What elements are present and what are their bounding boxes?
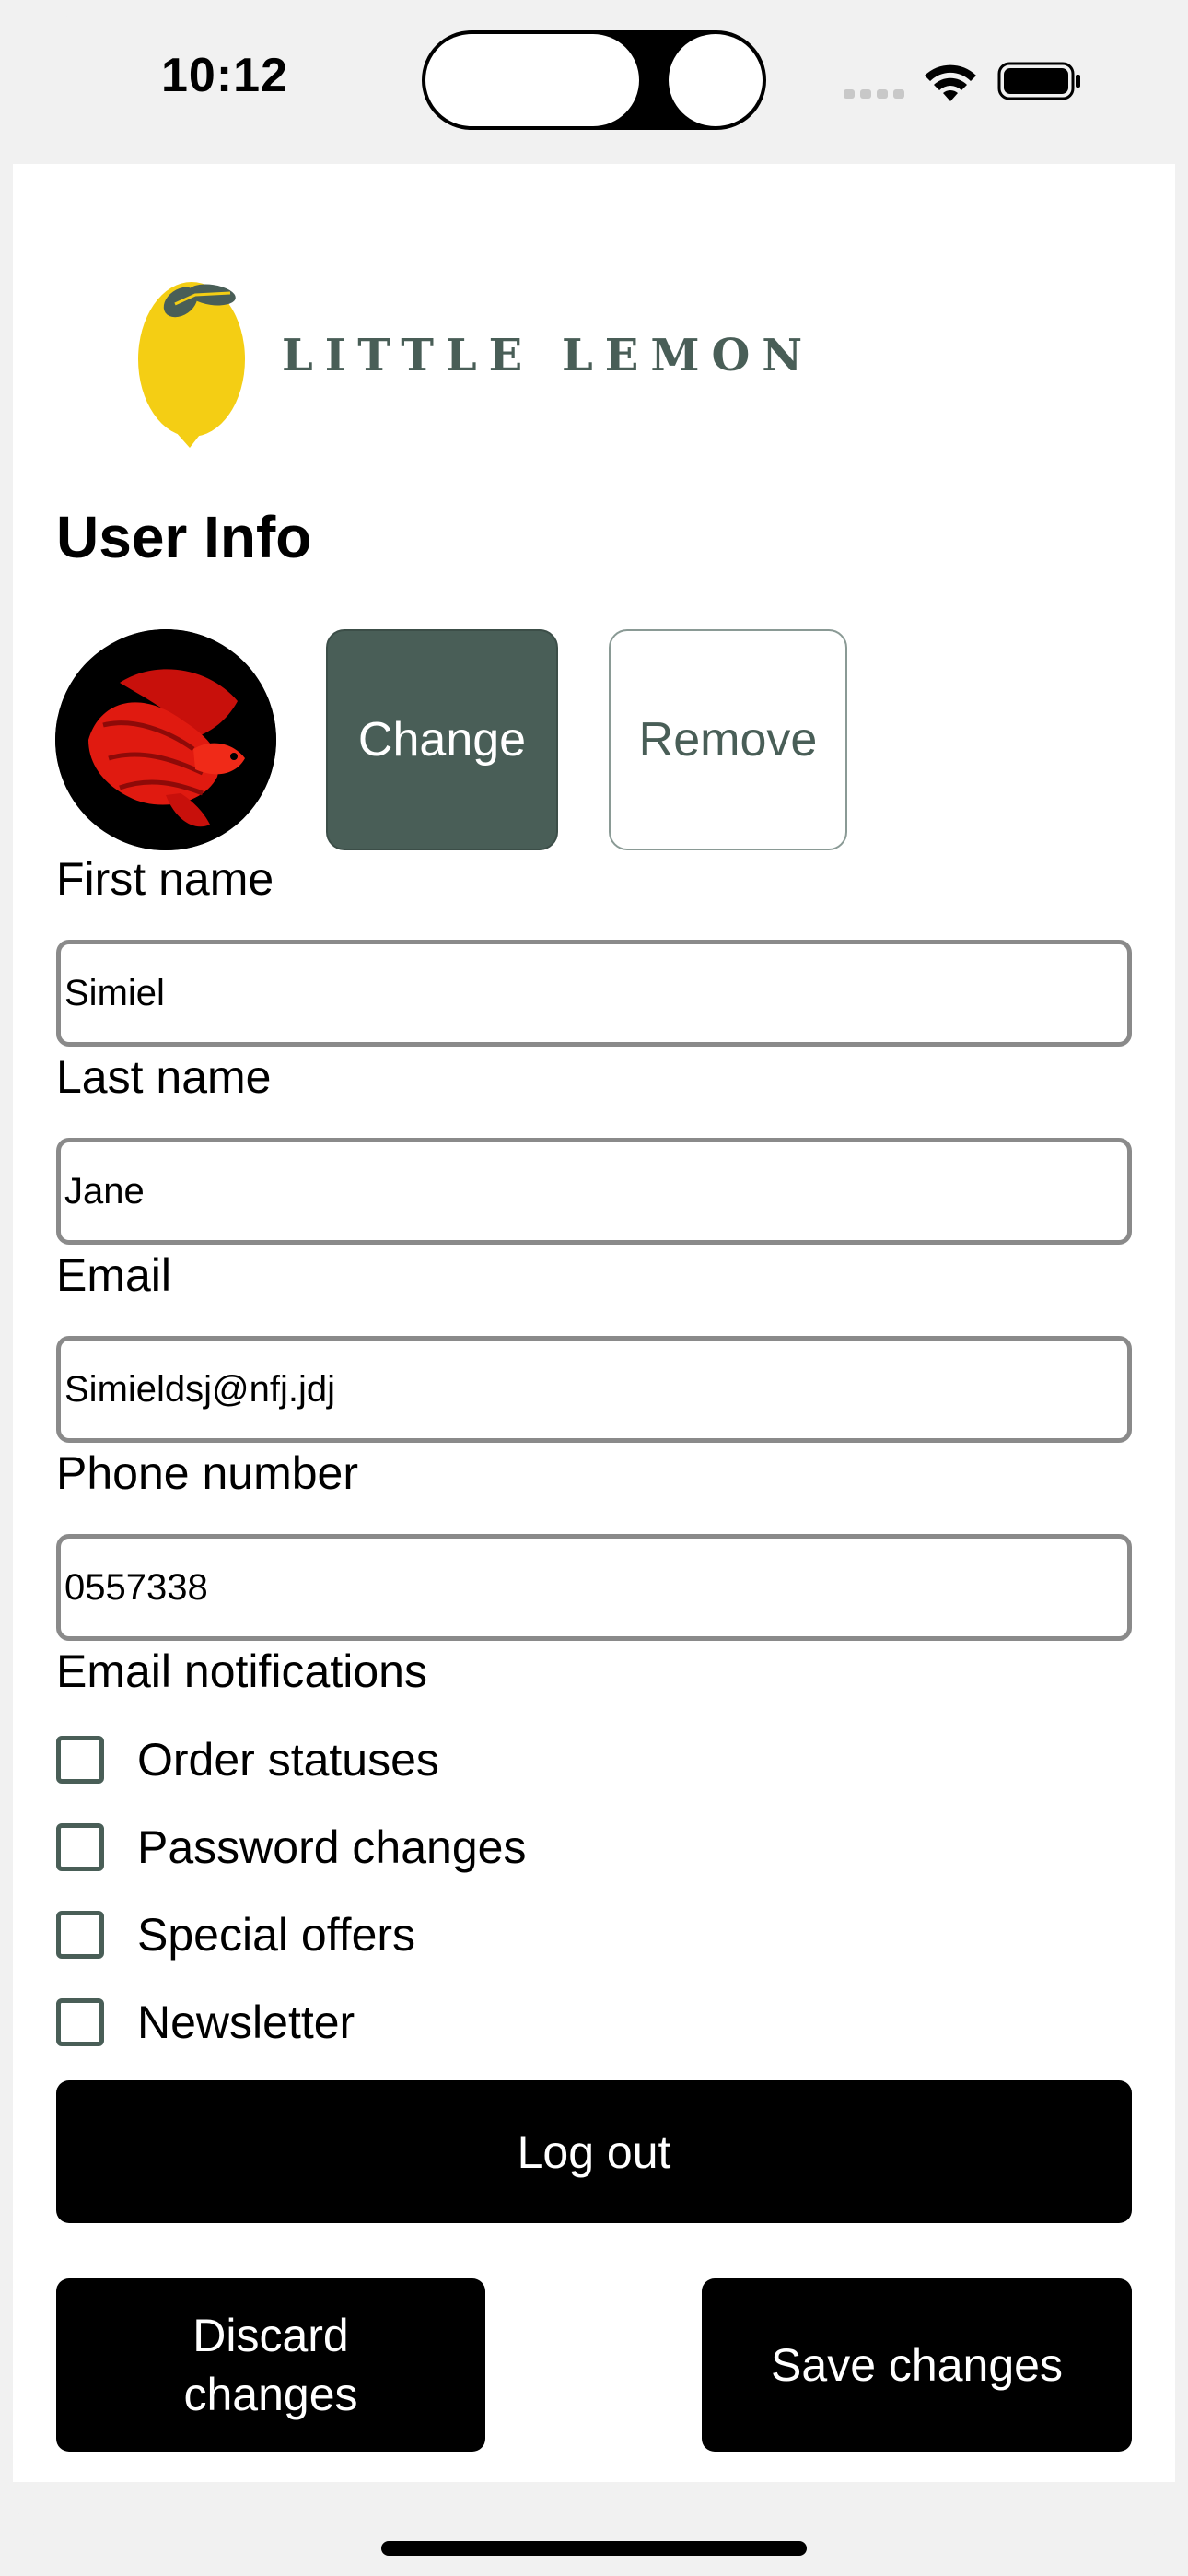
discard-changes-button[interactable]: Discard changes <box>56 2278 485 2452</box>
checkbox-row-special-offers[interactable]: Special offers <box>56 1907 415 1962</box>
checkbox-row-newsletter[interactable]: Newsletter <box>56 1995 355 2050</box>
last-name-label: Last name <box>56 1051 272 1103</box>
status-bar: 10:12 <box>0 0 1188 164</box>
email-input[interactable] <box>64 1368 1127 1411</box>
checkbox-row-password-changes[interactable]: Password changes <box>56 1820 526 1875</box>
page-title: User Info <box>56 504 312 570</box>
last-name-field[interactable] <box>56 1138 1132 1245</box>
discard-line-1: Discard <box>192 2310 349 2361</box>
email-notifications-label: Email notifications <box>56 1645 427 1697</box>
newsletter-checkbox[interactable] <box>56 1998 104 2046</box>
order-statuses-label: Order statuses <box>137 1734 439 1786</box>
wifi-icon <box>925 64 976 101</box>
phone-label: Phone number <box>56 1447 359 1499</box>
home-indicator[interactable] <box>381 2541 807 2556</box>
battery-icon <box>997 62 1080 100</box>
password-changes-label: Password changes <box>137 1821 527 1873</box>
first-name-input[interactable] <box>64 972 1127 1014</box>
status-time: 10:12 <box>161 49 288 102</box>
first-name-field[interactable] <box>56 940 1132 1047</box>
newsletter-label: Newsletter <box>137 1996 355 2048</box>
first-name-label: First name <box>56 853 274 905</box>
checkbox-row-order-statuses[interactable]: Order statuses <box>56 1732 439 1787</box>
dynamic-island <box>422 30 766 130</box>
order-statuses-checkbox[interactable] <box>56 1736 104 1784</box>
email-field[interactable] <box>56 1336 1132 1443</box>
logo-wordmark: LITTLE LEMON <box>282 330 815 381</box>
phone-field[interactable] <box>56 1534 1132 1641</box>
remove-avatar-button[interactable]: Remove <box>609 629 847 850</box>
betta-fish-image <box>55 629 276 850</box>
password-changes-checkbox[interactable] <box>56 1823 104 1871</box>
last-name-input[interactable] <box>64 1170 1127 1212</box>
device-frame: 10:12 LITTLE LEMON User Info Change Remo… <box>0 0 1188 2576</box>
special-offers-label: Special offers <box>137 1909 416 1961</box>
email-label: Email <box>56 1249 172 1301</box>
island-dot <box>669 34 763 126</box>
island-pill <box>425 34 639 126</box>
save-changes-button[interactable]: Save changes <box>702 2278 1132 2452</box>
cellular-signal-icon <box>844 87 910 103</box>
change-avatar-button[interactable]: Change <box>326 629 558 850</box>
log-out-button[interactable]: Log out <box>56 2080 1132 2223</box>
avatar[interactable] <box>55 629 276 850</box>
phone-input[interactable] <box>64 1566 1127 1609</box>
special-offers-checkbox[interactable] <box>56 1911 104 1959</box>
discard-line-2: changes <box>183 2369 358 2420</box>
